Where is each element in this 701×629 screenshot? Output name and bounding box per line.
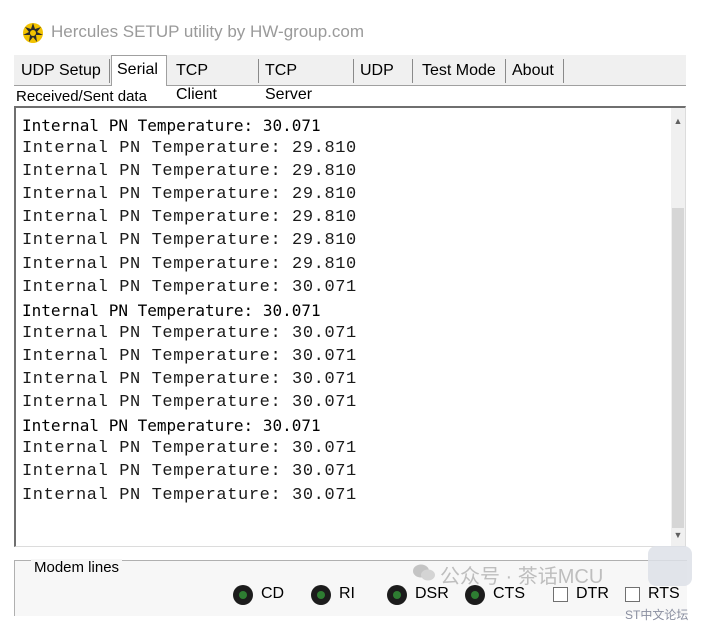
watermark-text: 公众号 · 茶话MCU [440,566,604,588]
log-line: Internal PN Temperature: 29.810 [22,254,357,274]
ri-label: RI [339,585,355,602]
log-line: Internal PN Temperature: 30.071 [22,416,321,436]
tab-test-mode[interactable]: Test Mode [417,59,506,83]
watermark-badge [648,546,692,586]
dsr-indicator-icon [387,585,407,605]
scroll-up-icon[interactable]: ▲ [673,116,683,126]
tab-udp-setup[interactable]: UDP Setup [16,59,110,83]
tab-tcp-server[interactable]: TCP Server [260,59,354,103]
ri-indicator-icon [311,585,331,605]
tab-about[interactable]: About [507,59,564,83]
vertical-scrollbar[interactable]: ▲ ▼ [671,108,685,546]
cd-label: CD [261,585,285,602]
wechat-icon [413,564,435,581]
log-line: Internal PN Temperature: 29.810 [22,185,357,205]
log-line: Internal PN Temperature: 30.071 [22,323,357,343]
hercules-app-icon [23,23,43,43]
log-line: Internal PN Temperature: 30.071 [22,370,357,390]
log-line: Internal PN Temperature: 30.071 [22,116,321,135]
rts-checkbox[interactable] [625,587,640,602]
modem-lines-label: Modem lines [31,559,123,576]
received-data-textarea[interactable]: Internal PN Temperature: 30.071 Internal… [14,106,686,547]
scrollbar-thumb[interactable] [672,208,684,528]
log-line: Internal PN Temperature: 30.071 [22,485,357,505]
log-line: Internal PN Temperature: 30.071 [22,300,321,320]
log-line: Internal PN Temperature: 30.071 [22,462,357,482]
cd-indicator-icon [233,585,253,605]
watermark-subtext: ST中文论坛 [625,608,689,622]
log-line: Internal PN Temperature: 30.071 [22,439,357,459]
tab-bar: UDP Setup Serial TCP Client TCP Server U… [14,55,686,103]
tab-serial[interactable]: Serial [111,55,167,86]
rts-label: RTS [648,585,680,602]
log-line: Internal PN Temperature: 29.810 [22,162,357,182]
received-sent-label: Received/Sent data [16,88,147,105]
log-lines: Internal PN Temperature: 30.071 Internal… [22,114,672,507]
tab-udp[interactable]: UDP [355,59,413,83]
log-line: Internal PN Temperature: 30.071 [22,277,357,297]
log-line: Internal PN Temperature: 30.071 [22,346,357,366]
title-bar: Hercules SETUP utility by HW-group.com [0,12,701,52]
dtr-checkbox[interactable] [553,587,568,602]
window-title: Hercules SETUP utility by HW-group.com [51,22,365,41]
log-line: Internal PN Temperature: 30.071 [22,393,357,413]
log-line: Internal PN Temperature: 29.810 [22,231,357,251]
log-line: Internal PN Temperature: 29.810 [22,208,357,228]
tab-tcp-client[interactable]: TCP Client [171,59,259,103]
scroll-down-icon[interactable]: ▼ [673,530,683,540]
log-line: Internal PN Temperature: 29.810 [22,139,357,159]
